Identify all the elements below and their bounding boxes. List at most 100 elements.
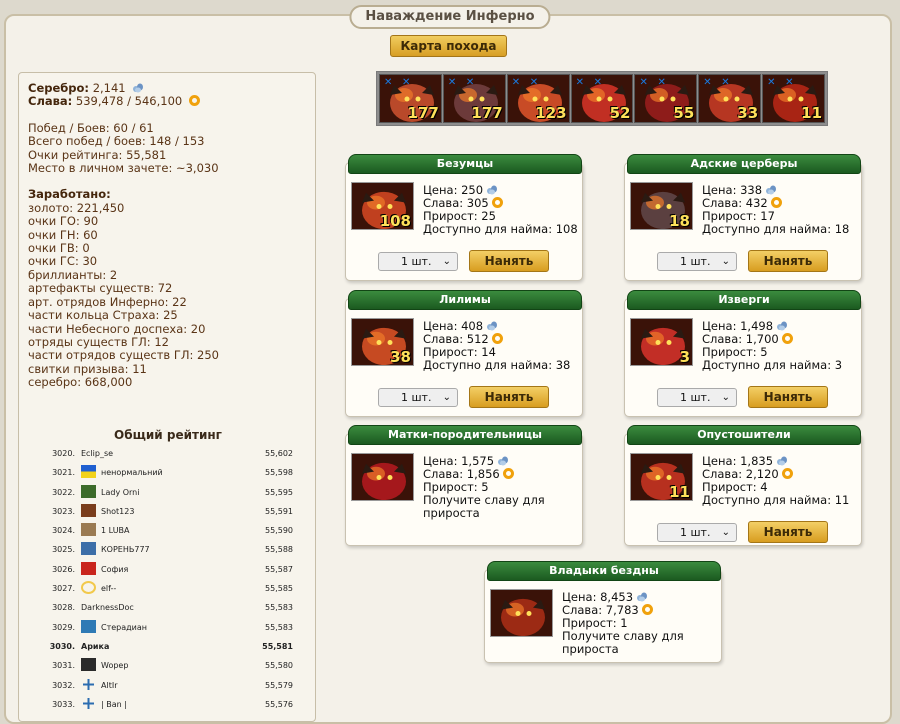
- army-count: 33: [737, 104, 759, 122]
- rating-score: 55,583: [265, 603, 293, 613]
- player-name-link[interactable]: Стерадиан: [101, 623, 147, 632]
- quantity-select[interactable]: 1 шт. ⌄: [378, 388, 458, 407]
- earned-item: артефакты существ: 72: [28, 281, 173, 296]
- campaign-map-button[interactable]: Карта похода: [390, 35, 507, 57]
- shield-buff-icon: ✕: [657, 77, 666, 88]
- army-slot[interactable]: ✕ ✕ 177: [379, 74, 442, 123]
- glory-icon: [491, 333, 503, 344]
- glory-text: Слава: 305: [423, 196, 489, 210]
- available-line: Доступно для найма: 108: [423, 222, 578, 236]
- army-count: 52: [609, 104, 631, 122]
- unit-info: Цена: 1,835 Слава: 2,120 Прирост: 4 Доступн…: [702, 455, 862, 507]
- wolf-icon: [81, 658, 96, 672]
- army-count: 123: [535, 104, 567, 122]
- hire-button[interactable]: Нанять: [748, 250, 828, 272]
- earned-item: бриллианты: 2: [28, 267, 118, 282]
- cross-icon: [81, 697, 96, 710]
- shield-buff-icon: ✕: [785, 77, 794, 88]
- hire-button[interactable]: Нанять: [469, 250, 549, 272]
- chevron-down-icon: ⌄: [721, 256, 730, 267]
- unit-info: Цена: 8,453 Слава: 7,783 Прирост: 1 Получит…: [562, 591, 722, 656]
- army-slot[interactable]: ✕ ✕ 177: [442, 74, 506, 123]
- rating-score: 55,583: [265, 622, 293, 632]
- army-slot[interactable]: ✕ ✕ 52: [570, 74, 634, 123]
- earned-item: очки ГО: 90: [28, 214, 99, 229]
- rating-row: 3025. КОРЕНЬ777 55,588: [45, 540, 293, 559]
- silver-icon: [494, 454, 509, 468]
- sword-buff-icon: ✕: [447, 77, 457, 88]
- hire-button[interactable]: Нанять: [748, 521, 828, 543]
- army-slot[interactable]: ✕ ✕ 11: [762, 74, 826, 123]
- rating-number: 3021.: [52, 468, 75, 478]
- sword-buff-icon: ✕: [511, 77, 521, 88]
- player-name-link[interactable]: elf--: [101, 584, 116, 593]
- sword-buff-icon: ✕: [384, 77, 393, 88]
- rating-number: 3022.: [52, 487, 75, 497]
- player-name-link[interactable]: Eclip_se: [81, 449, 113, 458]
- quantity-select[interactable]: 1 шт. ⌄: [378, 252, 458, 271]
- rating-score: 55,595: [265, 487, 293, 497]
- player-name-link[interactable]: ненормальний: [101, 468, 163, 477]
- shield-buff-icon: ✕: [465, 77, 475, 88]
- rating-number: 3031.: [52, 661, 75, 671]
- hire-button[interactable]: Нанять: [748, 386, 828, 408]
- unit-info: Цена: 1,498 Слава: 1,700 Прирост: 5 Доступн…: [702, 320, 862, 372]
- earned-item: очки ГН: 60: [28, 227, 98, 242]
- letter-m-icon: [81, 561, 96, 575]
- available-line: Доступно для найма: 11: [702, 493, 850, 507]
- price-text: Цена: 1,575: [423, 454, 495, 468]
- player-name-link[interactable]: КОРЕНЬ777: [101, 545, 150, 554]
- player-name-link[interactable]: Lady Orni: [101, 488, 139, 497]
- unit-portrait: 38: [351, 318, 414, 366]
- unit-count: 11: [669, 483, 690, 501]
- rating-score: 55,598: [265, 468, 293, 478]
- army-slot[interactable]: ✕ ✕ 33: [698, 74, 762, 123]
- unit-title: Безумцы: [348, 154, 582, 174]
- rating-number: 3020.: [52, 449, 75, 458]
- earned-item: очки ГС: 30: [28, 254, 98, 269]
- army-slot[interactable]: ✕ ✕ 123: [506, 74, 570, 123]
- glory-text: Слава: 432: [702, 196, 768, 210]
- hire-button[interactable]: Нанять: [469, 386, 549, 408]
- cross-icon: [81, 678, 96, 691]
- unit-portrait: 108: [351, 182, 414, 230]
- unit-card: Лилимы 38 Цена: 408 Слава: 512 Прирост: 14 До…: [345, 290, 583, 417]
- available-line: Доступно для найма: 38: [423, 358, 571, 372]
- earned-item: свитки призыва: 11: [28, 361, 147, 376]
- player-name-link[interactable]: DarknessDoc: [81, 603, 134, 612]
- flag-ukraine-icon: [81, 465, 96, 479]
- rating-row: 3024. 1 LUBA 55,590: [45, 521, 293, 540]
- glory-text: Слава: 1,856: [423, 467, 500, 481]
- rating-score: 55,576: [265, 699, 293, 709]
- player-name-link[interactable]: Wopep: [101, 661, 128, 670]
- wins-line: Побед / Боев: 60 / 61: [28, 120, 154, 135]
- player-name-link[interactable]: 1 LUBA: [101, 526, 130, 535]
- player-name-link[interactable]: София: [101, 565, 128, 574]
- rating-row: 3022. Lady Orni 55,595: [45, 483, 293, 502]
- total-wins-line: Всего побед / боев: 148 / 153: [28, 134, 205, 149]
- player-name-link[interactable]: AltIr: [101, 681, 117, 690]
- rating-row: 3033. | Ban | 55,576: [45, 695, 293, 714]
- unit-portrait: [490, 589, 553, 637]
- unit-title: Владыки бездны: [487, 561, 721, 581]
- quantity-select[interactable]: 1 шт. ⌄: [657, 388, 737, 407]
- rating-score: 55,587: [265, 564, 293, 574]
- player-name-link[interactable]: | Ban |: [101, 700, 127, 709]
- unit-title: Изверги: [627, 290, 861, 310]
- rating-number: 3027.: [52, 584, 75, 594]
- silver-icon: [483, 319, 498, 333]
- earned-item: части Небесного доспеха: 20: [28, 321, 206, 336]
- rating-number: 3030.: [49, 641, 75, 651]
- earned-label: Заработано:: [28, 187, 111, 202]
- silver-value: 2,141: [92, 81, 126, 95]
- rating-number: 3025.: [52, 545, 75, 555]
- quantity-select[interactable]: 1 шт. ⌄: [657, 523, 737, 542]
- glory-icon: [781, 333, 793, 344]
- quantity-select[interactable]: 1 шт. ⌄: [657, 252, 737, 271]
- army-slot[interactable]: ✕ ✕ 55: [634, 74, 698, 123]
- unit-card: Матки-породительницы Цена: 1,575 Слава: 1,…: [345, 425, 583, 546]
- silver-icon: [762, 183, 777, 197]
- player-name-link[interactable]: Shot123: [101, 507, 134, 516]
- rating-number: 3029.: [52, 622, 75, 632]
- player-name-link[interactable]: Арика: [81, 642, 109, 651]
